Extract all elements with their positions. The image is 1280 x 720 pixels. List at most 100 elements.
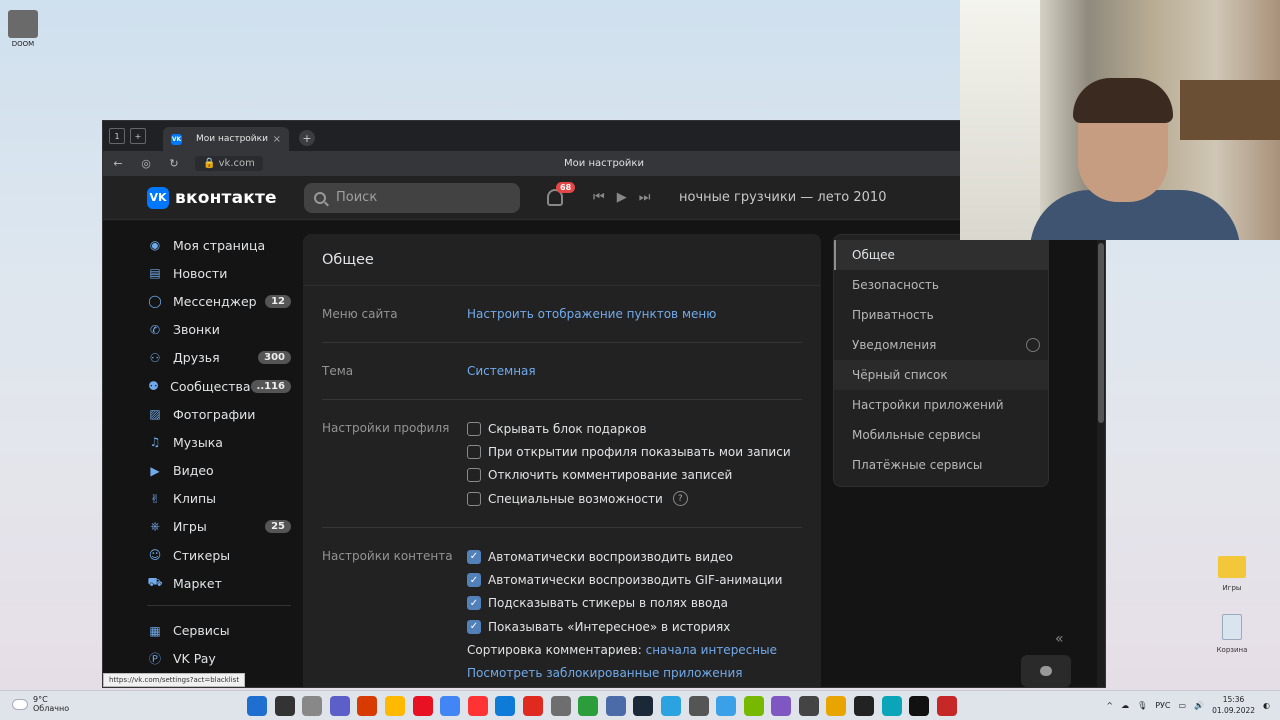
taskbar-app-icon[interactable] [384, 696, 405, 716]
tab-counter-button[interactable]: 1 [109, 128, 125, 144]
back-icon[interactable]: ← [111, 157, 125, 170]
scrollbar-thumb[interactable] [1098, 243, 1104, 423]
checkbox-checked[interactable]: ✓ [467, 596, 481, 611]
sidebar-item[interactable]: ▨ Фотографии [147, 400, 291, 428]
settings-menu-item[interactable]: Платёжные сервисы [834, 450, 1048, 480]
sidebar-item[interactable]: ▶ Видео [147, 457, 291, 485]
taskbar-app-icon[interactable] [798, 696, 819, 716]
taskbar-app-icon[interactable] [522, 696, 543, 716]
help-icon[interactable]: ? [672, 491, 688, 507]
new-tab-button[interactable]: + [299, 130, 315, 146]
taskbar-app-icon[interactable] [633, 696, 654, 716]
taskbar-app-icon[interactable] [578, 696, 599, 716]
vk-logo[interactable]: VK вконтакте [147, 186, 277, 209]
gear-icon[interactable] [1026, 338, 1040, 352]
cloud-tray-icon[interactable]: ☁ [1121, 701, 1129, 710]
previous-track-icon[interactable]: ⏮ [593, 190, 605, 205]
settings-menu-item[interactable]: Безопасность [834, 270, 1048, 300]
checkbox-unchecked[interactable] [467, 491, 481, 506]
play-icon[interactable]: ▶ [617, 190, 627, 205]
checkbox-row[interactable]: При открытии профиля показывать мои запи… [467, 440, 802, 463]
sidebar-item[interactable]: ◉ Моя страница [147, 231, 291, 259]
taskbar-app-icon[interactable] [854, 696, 875, 716]
notification-center-icon[interactable]: ◐ [1263, 701, 1270, 710]
sidebar-item[interactable]: ⚉ Сообщества ..116 [147, 372, 291, 400]
sidebar-item[interactable]: ☺ Стикеры [147, 541, 291, 569]
new-window-icon[interactable]: + [130, 128, 146, 144]
page-scrollbar[interactable] [1097, 221, 1105, 687]
close-tab-icon[interactable]: × [273, 134, 281, 145]
volume-icon[interactable]: 🔊 [1194, 701, 1204, 710]
settings-menu-item[interactable]: Приватность [834, 300, 1048, 330]
reload-icon[interactable]: ↻ [167, 157, 181, 170]
taskbar-app-icon[interactable] [495, 696, 516, 716]
search-input[interactable]: Поиск [304, 182, 520, 213]
sidebar-item[interactable]: ▤ Новости [147, 259, 291, 287]
taskbar-app-icon[interactable] [716, 696, 737, 716]
sidebar-item[interactable]: ⚇ Друзья 300 [147, 344, 291, 372]
taskbar-app-icon[interactable] [412, 696, 433, 716]
clock[interactable]: 15:36 01.09.2022 [1212, 694, 1255, 716]
taskbar-app-icon[interactable] [274, 696, 295, 716]
language-indicator[interactable]: РУС [1155, 701, 1170, 710]
taskbar-app-icon[interactable] [329, 696, 350, 716]
settings-menu-item[interactable]: Чёрный список [834, 360, 1048, 390]
taskbar-app-icon[interactable] [881, 696, 902, 716]
network-icon[interactable]: ▭ [1179, 701, 1187, 710]
taskbar-app-icon[interactable] [909, 696, 930, 716]
sort-value-link[interactable]: сначала интересные [646, 643, 777, 657]
taskbar-app-icon[interactable] [467, 696, 488, 716]
checkbox-row[interactable]: ✓ Автоматически воспроизводить видео [467, 545, 802, 568]
sidebar-item[interactable]: ▦ Сервисы [147, 616, 291, 644]
taskbar-app-icon[interactable] [550, 696, 571, 716]
menu-config-link[interactable]: Настроить отображение пунктов меню [467, 307, 802, 321]
taskbar-app-icon[interactable] [357, 696, 378, 716]
sidebar-item[interactable]: ✆ Звонки [147, 316, 291, 344]
weather-widget[interactable]: 9°C Облачно [12, 695, 69, 713]
mic-icon[interactable]: 🎙 [1137, 701, 1147, 710]
sidebar-item[interactable]: ◯ Мессенджер 12 [147, 287, 291, 315]
checkbox-checked[interactable]: ✓ [467, 573, 481, 588]
sidebar-item[interactable]: ⎈ Игры 25 [147, 513, 291, 541]
blocked-apps-link[interactable]: Посмотреть заблокированные приложения [467, 666, 743, 680]
settings-menu-item[interactable]: Настройки приложений [834, 390, 1048, 420]
sidebar-item[interactable]: ♫ Музыка [147, 428, 291, 456]
sidebar-item[interactable]: ✌ Клипы [147, 485, 291, 513]
folder-icon[interactable] [1218, 556, 1246, 578]
taskbar-app-icon[interactable] [440, 696, 461, 716]
checkbox-row[interactable]: Отключить комментирование записей [467, 464, 802, 487]
taskbar-app-icon[interactable] [688, 696, 709, 716]
tray-chevron-icon[interactable]: ^ [1106, 701, 1113, 710]
checkbox-checked[interactable]: ✓ [467, 549, 481, 564]
checkbox-row[interactable]: Специальные возможности? [467, 487, 802, 510]
checkbox-checked[interactable]: ✓ [467, 619, 481, 634]
shield-icon[interactable]: ◎ [139, 157, 153, 170]
checkbox-row[interactable]: Скрывать блок подарков [467, 417, 802, 440]
collapse-icon[interactable]: « [1055, 631, 1064, 647]
taskbar-app-icon[interactable] [605, 696, 626, 716]
url-field[interactable]: 🔒 vk.com [195, 156, 263, 171]
taskbar-app-icon[interactable] [247, 696, 267, 716]
settings-menu-item[interactable]: Уведомления [834, 330, 1048, 360]
taskbar-app-icon[interactable] [660, 696, 681, 716]
theme-value-link[interactable]: Системная [467, 364, 802, 378]
chat-button[interactable] [1021, 655, 1071, 687]
sidebar-item[interactable]: ⛟ Маркет [147, 569, 291, 597]
checkbox-row[interactable]: ✓ Показывать «Интересное» в историях [467, 615, 802, 638]
settings-menu-item[interactable]: Общее [834, 240, 1048, 270]
checkbox-unchecked[interactable] [467, 468, 481, 483]
taskbar-app-icon[interactable] [936, 696, 957, 716]
checkbox-row[interactable]: ✓ Автоматически воспроизводить GIF-анимац… [467, 568, 802, 591]
taskbar-app-icon[interactable] [826, 696, 847, 716]
now-playing-track[interactable]: ночные грузчики — лето 2010 [679, 190, 886, 205]
taskbar-app-icon[interactable] [771, 696, 792, 716]
tab-settings[interactable]: VK Мои настройки × [163, 127, 289, 151]
settings-menu-item[interactable]: Мобильные сервисы [834, 420, 1048, 450]
checkbox-unchecked[interactable] [467, 421, 481, 436]
recycle-bin-icon[interactable] [1222, 614, 1242, 640]
taskbar-app-icon[interactable] [302, 696, 323, 716]
checkbox-unchecked[interactable] [467, 444, 481, 459]
next-track-icon[interactable]: ⏭ [639, 190, 651, 205]
taskbar-app-icon[interactable] [743, 696, 764, 716]
checkbox-row[interactable]: ✓ Подсказывать стикеры в полях ввода [467, 592, 802, 615]
